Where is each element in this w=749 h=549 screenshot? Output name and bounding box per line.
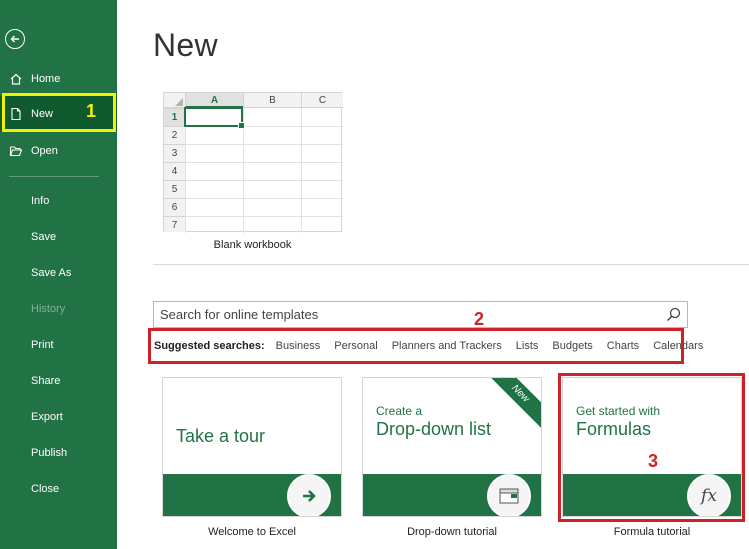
dropdown-list-icon — [487, 474, 531, 516]
back-button[interactable] — [5, 29, 25, 49]
page-title: New — [153, 27, 218, 63]
select-all-corner — [164, 93, 185, 108]
row-header: 1 — [164, 108, 185, 126]
excel-backstage: Home New Open Info Save Save As History … — [0, 0, 749, 549]
grid-line — [185, 144, 343, 145]
column-header: C — [301, 93, 343, 108]
sidebar-item-print[interactable]: Print — [0, 327, 117, 363]
sidebar-item-label: Share — [31, 375, 61, 387]
grid-line — [185, 216, 343, 217]
tile-caption: Welcome to Excel — [208, 526, 296, 538]
sidebar-item-save[interactable]: Save — [0, 219, 117, 255]
annotation-number-2: 2 — [474, 309, 485, 329]
tile-caption: Formula tutorial — [613, 526, 691, 538]
grid-line — [185, 162, 343, 163]
row-header: 6 — [164, 198, 185, 216]
open-folder-icon — [9, 144, 23, 158]
grid-line — [185, 180, 343, 181]
blank-workbook-caption: Blank workbook — [213, 239, 292, 251]
tile-heading: Take a tour — [176, 426, 266, 446]
column-header-row: A B C — [164, 93, 343, 108]
sidebar-divider — [9, 176, 99, 177]
sidebar-item-label: Close — [31, 483, 60, 495]
template-tile-drop-down-list[interactable]: New Create a Drop-down list — [362, 377, 542, 517]
highlight-box-search — [148, 328, 684, 364]
arrow-left-circle-icon — [10, 35, 19, 43]
sidebar-item-history: History — [0, 291, 117, 327]
sidebar-item-open[interactable]: Open — [0, 133, 117, 169]
sidebar-item-export[interactable]: Export — [0, 399, 117, 435]
grid-line — [185, 198, 343, 199]
backstage-sidebar: Home New Open Info Save Save As History … — [0, 0, 117, 549]
sidebar-item-share[interactable]: Share — [0, 363, 117, 399]
home-icon — [9, 72, 23, 86]
column-header: B — [243, 93, 301, 108]
row-header: 3 — [164, 144, 185, 162]
sidebar-item-save-as[interactable]: Save As — [0, 255, 117, 291]
tile-caption: Drop-down tutorial — [407, 526, 497, 538]
selected-cell — [184, 107, 245, 129]
search-icon[interactable] — [666, 307, 681, 322]
sidebar-item-label: Save As — [31, 267, 72, 279]
sidebar-item-home[interactable]: Home — [0, 61, 117, 97]
tile-heading: Drop-down list — [376, 419, 492, 439]
sidebar-item-label: Export — [31, 411, 63, 423]
sidebar-item-label: Info — [31, 195, 50, 207]
sidebar-item-label: Print — [31, 339, 54, 351]
search-input[interactable] — [154, 302, 654, 327]
sidebar-item-info[interactable]: Info — [0, 183, 117, 219]
template-tile-take-a-tour[interactable]: Take a tour — [162, 377, 342, 517]
sidebar-item-publish[interactable]: Publish — [0, 435, 117, 471]
sidebar-item-close[interactable]: Close — [0, 471, 117, 507]
annotation-number-3: 3 — [648, 451, 659, 471]
tile-subheading: Create a — [376, 404, 423, 418]
column-header: A — [185, 93, 243, 108]
highlight-box-formula-tile — [558, 373, 745, 522]
template-search-box[interactable] — [153, 301, 688, 328]
row-header: 4 — [164, 162, 185, 180]
row-header: 5 — [164, 180, 185, 198]
sidebar-item-label: Save — [31, 231, 57, 243]
section-divider — [153, 264, 749, 265]
row-header: 7 — [164, 216, 185, 232]
row-header: 2 — [164, 126, 185, 144]
annotation-number-1: 1 — [86, 101, 97, 121]
arrow-right-icon — [287, 474, 331, 516]
highlight-box-new — [2, 93, 116, 132]
sidebar-item-label: Home — [31, 73, 61, 85]
sidebar-item-label: History — [31, 303, 66, 315]
sidebar-item-label: Publish — [31, 447, 68, 459]
sidebar-item-label: Open — [31, 145, 58, 157]
